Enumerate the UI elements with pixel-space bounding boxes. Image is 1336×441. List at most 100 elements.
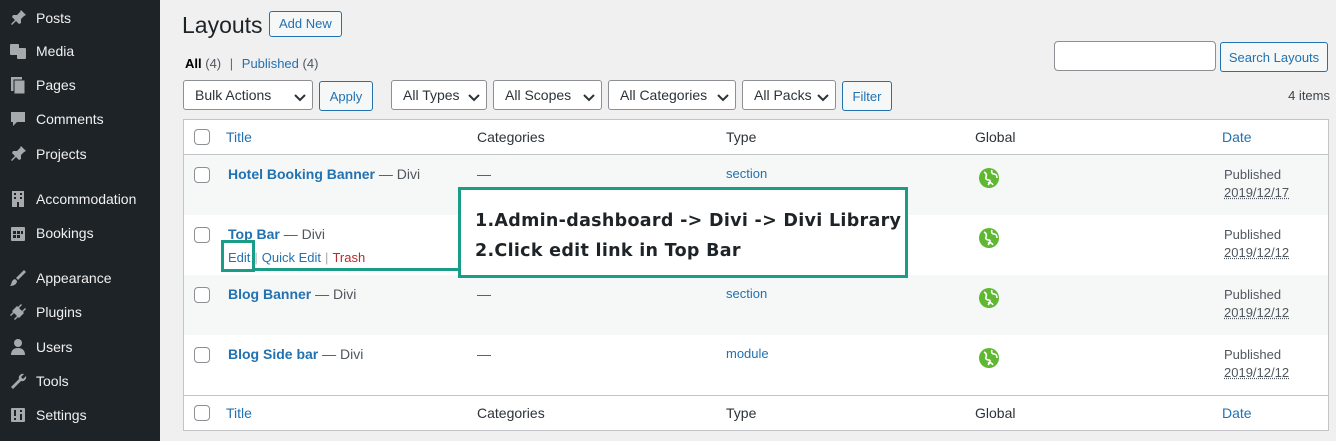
view-separator: | bbox=[229, 56, 234, 71]
sidebar-item-tools[interactable]: Tools bbox=[0, 364, 160, 398]
chevron-down-icon bbox=[468, 90, 480, 102]
sidebar-item-label: Media bbox=[36, 43, 75, 59]
brush-icon bbox=[0, 268, 36, 288]
sidebar-item-settings[interactable]: Settings bbox=[0, 398, 160, 432]
quick-edit-link[interactable]: Quick Edit bbox=[262, 250, 321, 265]
row-status: Published bbox=[1224, 167, 1282, 182]
row-date-value: 2019/12/12 bbox=[1224, 245, 1290, 260]
table-row: Blog Banner — Divi — section Published 2… bbox=[184, 275, 1328, 335]
select-all-checkbox[interactable] bbox=[194, 405, 210, 421]
building-icon bbox=[0, 189, 36, 209]
sidebar-item-bookings[interactable]: Bookings bbox=[0, 216, 160, 250]
chevron-down-icon bbox=[717, 90, 729, 102]
admin-sidebar: Posts Media Pages Comments Projects Acco… bbox=[0, 0, 160, 441]
row-title-link[interactable]: Blog Side bar bbox=[228, 346, 318, 362]
column-global: Global bbox=[975, 129, 1016, 145]
view-all-link[interactable]: All bbox=[185, 56, 202, 71]
select-all-checkbox[interactable] bbox=[194, 129, 210, 145]
column-categories: Categories bbox=[477, 405, 545, 421]
row-checkbox[interactable] bbox=[194, 347, 210, 363]
sidebar-item-label: Tools bbox=[36, 373, 69, 389]
annotation-connector bbox=[254, 268, 460, 271]
apply-button[interactable]: Apply bbox=[319, 81, 373, 111]
row-checkbox[interactable] bbox=[194, 227, 210, 243]
column-date[interactable]: Date bbox=[1222, 129, 1252, 145]
sidebar-item-media[interactable]: Media bbox=[0, 34, 160, 68]
table-footer: Title Categories Type Global Date bbox=[184, 395, 1328, 430]
pack-filter-select[interactable]: All Packs bbox=[742, 80, 836, 110]
category-filter-select[interactable]: All Categories bbox=[608, 80, 736, 110]
row-title-link[interactable]: Blog Banner bbox=[228, 286, 311, 302]
plug-icon bbox=[0, 302, 36, 322]
row-title: Blog Side bar — Divi bbox=[228, 346, 363, 362]
view-published-count: (4) bbox=[302, 56, 319, 71]
column-categories: Categories bbox=[477, 129, 545, 145]
row-date-value: 2019/12/12 bbox=[1224, 365, 1290, 380]
globe-icon bbox=[979, 288, 999, 308]
row-title-suffix: — Divi bbox=[283, 226, 325, 242]
page-title: Layouts bbox=[182, 12, 263, 38]
filter-button[interactable]: Filter bbox=[842, 81, 892, 111]
sidebar-item-label: Posts bbox=[36, 10, 72, 26]
row-date: Published 2019/12/12 bbox=[1224, 346, 1289, 382]
row-type-link[interactable]: section bbox=[726, 166, 767, 181]
row-date: Published 2019/12/12 bbox=[1224, 226, 1289, 262]
row-categories: — bbox=[477, 166, 491, 182]
column-global: Global bbox=[975, 405, 1016, 421]
sidebar-item-users[interactable]: Users bbox=[0, 330, 160, 364]
bulk-actions-select[interactable]: Bulk Actions bbox=[183, 80, 313, 110]
trash-link[interactable]: Trash bbox=[332, 250, 365, 265]
search-layouts-button[interactable]: Search Layouts bbox=[1220, 42, 1328, 72]
pages-icon bbox=[0, 75, 36, 95]
sidebar-item-plugins[interactable]: Plugins bbox=[0, 295, 160, 329]
row-status: Published bbox=[1224, 347, 1282, 362]
sidebar-item-pages[interactable]: Pages bbox=[0, 68, 160, 102]
row-date-value: 2019/12/12 bbox=[1224, 305, 1290, 320]
sidebar-item-appearance[interactable]: Appearance bbox=[0, 261, 160, 295]
comment-icon bbox=[0, 109, 36, 129]
bulk-actions-value: Bulk Actions bbox=[195, 87, 272, 103]
table-row: Blog Side bar — Divi — module Published … bbox=[184, 335, 1328, 395]
user-icon bbox=[0, 337, 36, 357]
pin-icon bbox=[0, 8, 36, 28]
row-type-link[interactable]: module bbox=[726, 346, 769, 361]
instruction-callout: 1.Admin-dashboard -> Divi -> Divi Librar… bbox=[458, 187, 908, 278]
row-title: Blog Banner — Divi bbox=[228, 286, 356, 302]
view-all-count: (4) bbox=[205, 56, 222, 71]
search-input[interactable] bbox=[1054, 41, 1216, 71]
edit-link-highlight bbox=[221, 240, 255, 272]
scope-filter-select[interactable]: All Scopes bbox=[493, 80, 602, 110]
view-published-link[interactable]: Published bbox=[242, 56, 299, 71]
items-count: 4 items bbox=[1288, 88, 1330, 103]
row-type-link[interactable]: section bbox=[726, 286, 767, 301]
instruction-step-2: 2.Click edit link in Top Bar bbox=[475, 241, 741, 261]
globe-icon bbox=[979, 348, 999, 368]
row-title-suffix: — Divi bbox=[315, 286, 357, 302]
column-type: Type bbox=[726, 405, 757, 421]
instruction-step-1: 1.Admin-dashboard -> Divi -> Divi Librar… bbox=[475, 211, 902, 231]
sidebar-item-comments[interactable]: Comments bbox=[0, 102, 160, 136]
media-icon bbox=[0, 41, 36, 61]
sidebar-item-accommodation[interactable]: Accommodation bbox=[0, 182, 160, 216]
column-title[interactable]: Title bbox=[226, 129, 252, 145]
row-checkbox[interactable] bbox=[194, 167, 210, 183]
sidebar-item-label: Users bbox=[36, 339, 73, 355]
sidebar-item-label: Projects bbox=[36, 146, 87, 162]
view-filters: All (4) | Published (4) bbox=[185, 56, 318, 71]
sidebar-item-projects[interactable]: Projects bbox=[0, 137, 160, 171]
row-checkbox[interactable] bbox=[194, 287, 210, 303]
type-filter-select[interactable]: All Types bbox=[391, 80, 487, 110]
sidebar-item-label: Accommodation bbox=[36, 191, 137, 207]
table-header: Title Categories Type Global Date bbox=[184, 120, 1328, 155]
chevron-down-icon bbox=[817, 90, 829, 102]
column-date[interactable]: Date bbox=[1222, 405, 1252, 421]
add-new-button[interactable]: Add New bbox=[269, 11, 342, 37]
column-title[interactable]: Title bbox=[226, 405, 252, 421]
row-date: Published 2019/12/17 bbox=[1224, 166, 1289, 202]
sidebar-item-posts[interactable]: Posts bbox=[0, 1, 160, 35]
row-status: Published bbox=[1224, 287, 1282, 302]
row-categories: — bbox=[477, 346, 491, 362]
sidebar-item-label: Settings bbox=[36, 407, 87, 423]
calendar-icon bbox=[0, 223, 36, 243]
row-title-link[interactable]: Hotel Booking Banner bbox=[228, 166, 375, 182]
